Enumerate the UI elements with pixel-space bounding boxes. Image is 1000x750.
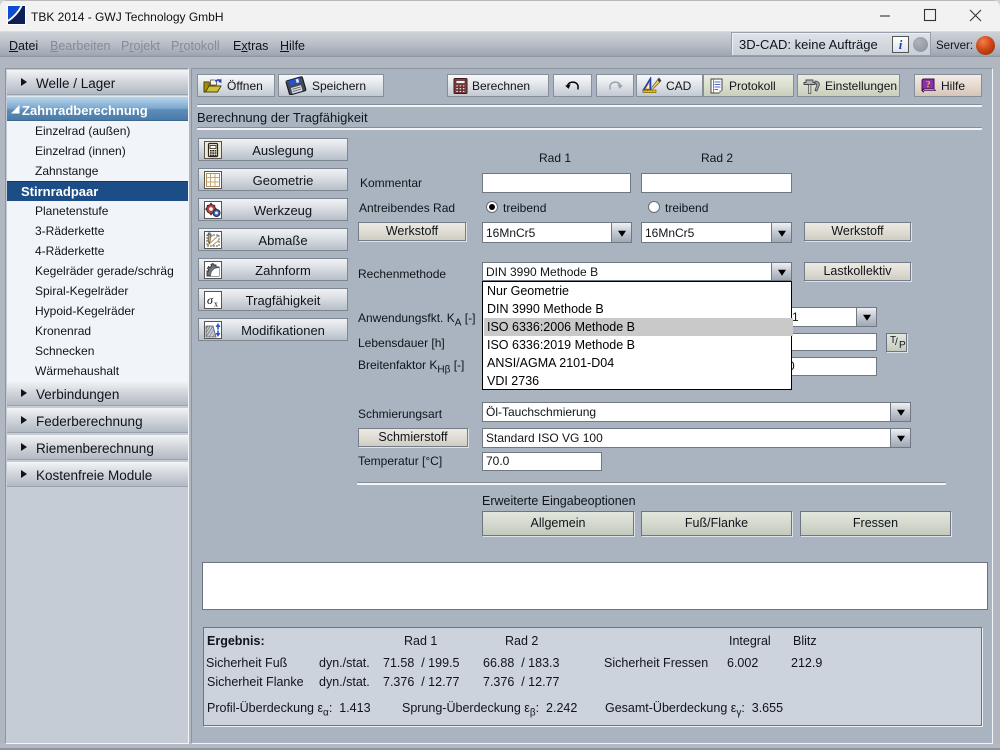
svg-text:?: ?: [926, 80, 931, 90]
svg-text:σ: σ: [207, 293, 214, 307]
svg-text:x: x: [214, 300, 218, 309]
